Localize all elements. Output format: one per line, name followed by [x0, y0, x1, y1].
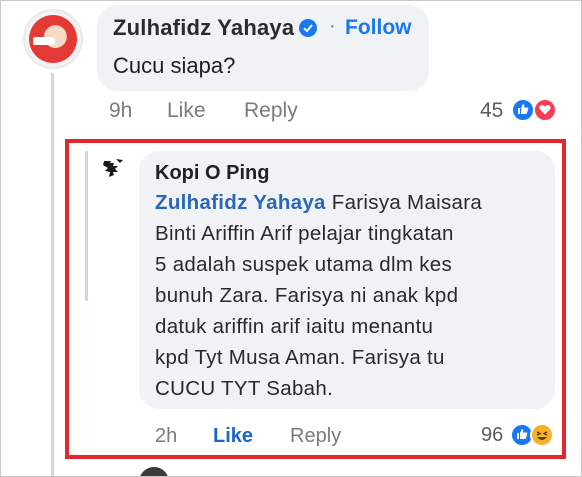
reply-author-name[interactable]: Kopi O Ping: [155, 162, 269, 185]
comment-thread-screenshot: Zulhafidz Yahaya · Follow Cucu siapa? 9h…: [0, 0, 582, 477]
thread-line: [51, 73, 54, 476]
reply-text-line-4: bunuh Zara. Farisya ni anak kpd: [155, 284, 459, 307]
love-icon: [533, 98, 557, 122]
reply-text-line-3: 5 adalah suspek utama dlm kes: [155, 253, 453, 276]
like-button[interactable]: Like: [213, 425, 253, 448]
profile-badge: [33, 37, 55, 45]
verified-badge-icon: [299, 19, 317, 37]
reaction-count[interactable]: 45: [480, 99, 503, 123]
reply-text-line-1: Zulhafidz Yahaya Farisya Maisara: [155, 187, 545, 218]
comment-text: Cucu siapa?: [113, 53, 236, 78]
reply-text-line-7: CUCU TYT Sabah.: [155, 377, 334, 400]
reply-text-line-6: kpd Tyt Musa Aman. Farisya tu: [155, 346, 445, 369]
like-icon: [511, 98, 535, 122]
reply-text: Zulhafidz Yahaya Farisya Maisara Binti A…: [155, 187, 545, 404]
avatar[interactable]: [101, 157, 127, 181]
comment-author-name[interactable]: Zulhafidz Yahaya: [113, 15, 294, 41]
mention-link[interactable]: Zulhafidz Yahaya: [155, 191, 326, 214]
reply-text-line-2: Binti Ariffin Arif pelajar tingkatan: [155, 222, 454, 245]
avatar[interactable]: [139, 467, 169, 476]
reply-button[interactable]: Reply: [244, 99, 298, 123]
reply-timestamp[interactable]: 2h: [155, 425, 177, 448]
reply-text-fragment: Farisya Maisara: [325, 191, 483, 214]
follow-button[interactable]: Follow: [345, 16, 412, 40]
comment-timestamp[interactable]: 9h: [109, 99, 132, 123]
like-button[interactable]: Like: [167, 99, 206, 123]
separator-dot: ·: [329, 15, 336, 37]
haha-icon: [530, 423, 554, 447]
reply-text-line-5: datuk ariffin arif iaitu menantu: [155, 315, 434, 338]
avatar[interactable]: [23, 9, 83, 69]
reply-button[interactable]: Reply: [290, 425, 341, 448]
reaction-count[interactable]: 96: [481, 424, 503, 447]
